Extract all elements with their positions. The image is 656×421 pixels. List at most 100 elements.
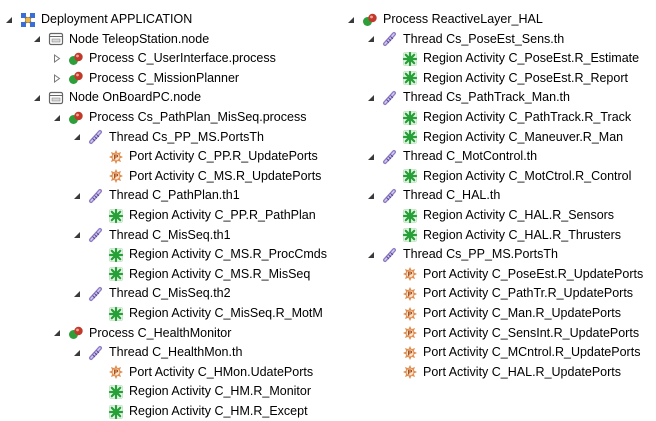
region-icon [108, 266, 124, 282]
tree-item-label: Deployment APPLICATION [41, 12, 193, 26]
svg-text:P: P [113, 369, 118, 377]
thread-icon [382, 149, 398, 165]
tree-item-label: Port Activity C_HAL.R_UpdatePorts [423, 364, 621, 379]
tree-item-label: Process C_HealthMonitor [89, 325, 232, 340]
tree-item-thread-c-pathplan-th1[interactable]: Thread C_PathPlan.th1 [72, 186, 240, 205]
tree-item-process-c-missionplanner[interactable]: Process C_MissionPlanner [52, 69, 239, 88]
tree-item-label: Region Activity C_HM.R_Except [129, 404, 308, 418]
expand-arrow-expanded-icon[interactable] [366, 152, 376, 162]
expand-arrow-collapsed-icon[interactable] [52, 73, 62, 83]
tree-item-region-activity-c-hal-r-sensors[interactable]: Region Activity C_HAL.R_Sensors [386, 206, 614, 225]
tree-item-label: Region Activity C_Maneuver.R_Man [423, 129, 624, 144]
tree-item-region-activity-c-poseest-r-estimate[interactable]: Region Activity C_PoseEst.R_Estimate [386, 49, 639, 68]
tree-item-node-teleopstation-node[interactable]: Node TeleopStation.node [32, 30, 209, 49]
tree-item-region-activity-c-maneuver-r-man[interactable]: Region Activity C_Maneuver.R_Man [386, 128, 623, 147]
tree-item-thread-c-healthmon-th[interactable]: Thread C_HealthMon.th [72, 343, 242, 362]
tree-item-region-activity-c-hm-r-monitor[interactable]: Region Activity C_HM.R_Monitor [92, 382, 311, 401]
expand-arrow-expanded-icon[interactable] [72, 132, 82, 142]
port-icon: P [108, 149, 124, 165]
tree-item-label: Region Activity C_MS.R_MisSeq [129, 266, 311, 281]
tree-item-label: Region Activity C_HM.R_Monitor [129, 384, 312, 399]
tree-item-region-activity-c-ms-r-misseq[interactable]: Region Activity C_MS.R_MisSeq [92, 265, 310, 284]
tree-item-process-reactivelayer-hal[interactable]: Process ReactiveLayer_HAL [346, 10, 543, 29]
tree-item-region-activity-c-pp-r-pathplan[interactable]: Region Activity C_PP.R_PathPlan [92, 206, 316, 225]
tree-item-port-activity-c-pp-r-updateports[interactable]: P Port Activity C_PP.R_UpdatePorts [92, 147, 318, 166]
expand-arrow-expanded-icon[interactable] [366, 191, 376, 201]
port-icon: P [108, 364, 124, 380]
tree-item-label: Region Activity C_HAL.R_Sensors [423, 208, 615, 222]
tree-item-region-activity-c-pathtrack-r-track[interactable]: Region Activity C_PathTrack.R_Track [386, 108, 631, 127]
tree-item-port-activity-c-hmon-udateports[interactable]: P Port Activity C_HMon.UdatePorts [92, 363, 313, 382]
thread-icon [88, 129, 104, 145]
tree-item-label: Region Activity C_PoseEst.R_Report [423, 70, 628, 85]
process-icon [68, 110, 84, 126]
expand-arrow-expanded-icon[interactable] [366, 93, 376, 103]
tree-item-label: Port Activity C_HMon.UdatePorts [129, 364, 314, 379]
thread-icon [88, 188, 104, 204]
tree-item-region-activity-c-ms-r-proccmds[interactable]: Region Activity C_MS.R_ProcCmds [92, 245, 327, 264]
region-icon [108, 384, 124, 400]
tree-item-region-activity-c-poseest-r-report[interactable]: Region Activity C_PoseEst.R_Report [386, 69, 628, 88]
expand-arrow-expanded-icon[interactable] [72, 289, 82, 299]
expand-arrow-expanded-icon[interactable] [52, 113, 62, 123]
tree-item-region-activity-c-motctrol-r-control[interactable]: Region Activity C_MotCtrol.R_Control [386, 167, 631, 186]
tree-item-thread-c-motcontrol-th[interactable]: Thread C_MotControl.th [366, 147, 537, 166]
tree-item-label: Thread Cs_PathTrack_Man.th [403, 90, 570, 105]
expand-arrow-expanded-icon[interactable] [72, 230, 82, 240]
expand-arrow-expanded-icon[interactable] [52, 328, 62, 338]
expand-arrow-expanded-icon[interactable] [32, 93, 42, 103]
tree-item-port-activity-c-hal-r-updateports[interactable]: P Port Activity C_HAL.R_UpdatePorts [386, 363, 621, 382]
tree-item-thread-c-hal-th[interactable]: Thread C_HAL.th [366, 186, 500, 205]
tree-item-thread-cs-pp-ms-portsth[interactable]: Thread Cs_PP_MS.PortsTh [366, 245, 558, 264]
tree-item-label: Thread C_MisSeq.th1 [109, 227, 231, 242]
tree-item-region-activity-c-hal-r-thrusters[interactable]: Region Activity C_HAL.R_Thrusters [386, 226, 621, 245]
expand-arrow-expanded-icon[interactable] [4, 15, 14, 25]
tree-item-port-activity-c-pathtr-r-updateports[interactable]: P Port Activity C_PathTr.R_UpdatePorts [386, 284, 633, 303]
thread-icon [88, 227, 104, 243]
tree-item-deployment-application[interactable]: Deployment APPLICATION [4, 10, 192, 29]
expand-arrow-expanded-icon[interactable] [72, 348, 82, 358]
tree-item-label: Region Activity C_MotCtrol.R_Control [423, 168, 632, 183]
tree-item-region-activity-c-hm-r-except[interactable]: Region Activity C_HM.R_Except [92, 402, 308, 421]
tree-item-process-c-userinterface-process[interactable]: Process C_UserInterface.process [52, 49, 276, 68]
tree-item-process-cs-pathplan-misseq-process[interactable]: Process Cs_PathPlan_MisSeq.process [52, 108, 306, 127]
tree-item-port-activity-c-man-r-updateports[interactable]: P Port Activity C_Man.R_UpdatePorts [386, 304, 621, 323]
region-icon [402, 51, 418, 67]
tree-item-port-activity-c-poseest-r-updateports[interactable]: P Port Activity C_PoseEst.R_UpdatePorts [386, 265, 643, 284]
tree-item-port-activity-c-ms-r-updateports[interactable]: P Port Activity C_MS.R_UpdatePorts [92, 167, 321, 186]
tree-item-thread-cs-poseest-sens-th[interactable]: Thread Cs_PoseEst_Sens.th [366, 30, 564, 49]
expand-arrow-expanded-icon[interactable] [346, 15, 356, 25]
tree-item-label: Thread Cs_PoseEst_Sens.th [403, 31, 565, 46]
tree-item-port-activity-c-mcntrol-r-updateports[interactable]: P Port Activity C_MCntrol.R_UpdatePorts [386, 343, 640, 362]
tree-item-thread-c-misseq-th2[interactable]: Thread C_MisSeq.th2 [72, 284, 231, 303]
tree-item-node-onboardpc-node[interactable]: Node OnBoardPC.node [32, 88, 201, 107]
port-icon: P [402, 286, 418, 302]
tree-item-thread-c-misseq-th1[interactable]: Thread C_MisSeq.th1 [72, 226, 231, 245]
region-icon [402, 129, 418, 145]
expand-arrow-expanded-icon[interactable] [366, 34, 376, 44]
tree-item-thread-cs-pp-ms-portsth[interactable]: Thread Cs_PP_MS.PortsTh [72, 128, 264, 147]
port-icon: P [402, 345, 418, 361]
tree-item-label: Region Activity C_PoseEst.R_Estimate [423, 51, 640, 66]
tree-item-process-c-healthmonitor[interactable]: Process C_HealthMonitor [52, 324, 231, 343]
region-icon [108, 208, 124, 224]
tree-item-port-activity-c-sensint-r-updateports[interactable]: P Port Activity C_SensInt.R_UpdatePorts [386, 324, 639, 343]
expand-arrow-collapsed-icon[interactable] [52, 54, 62, 64]
tree-item-label: Port Activity C_PP.R_UpdatePorts [129, 149, 318, 164]
tree-item-region-activity-c-misseq-r-motm[interactable]: Region Activity C_MisSeq.R_MotM [92, 304, 323, 323]
expand-arrow-expanded-icon[interactable] [72, 191, 82, 201]
expand-arrow-expanded-icon[interactable] [366, 250, 376, 260]
tree-item-thread-cs-pathtrack-man-th[interactable]: Thread Cs_PathTrack_Man.th [366, 88, 570, 107]
expand-arrow-expanded-icon[interactable] [32, 34, 42, 44]
